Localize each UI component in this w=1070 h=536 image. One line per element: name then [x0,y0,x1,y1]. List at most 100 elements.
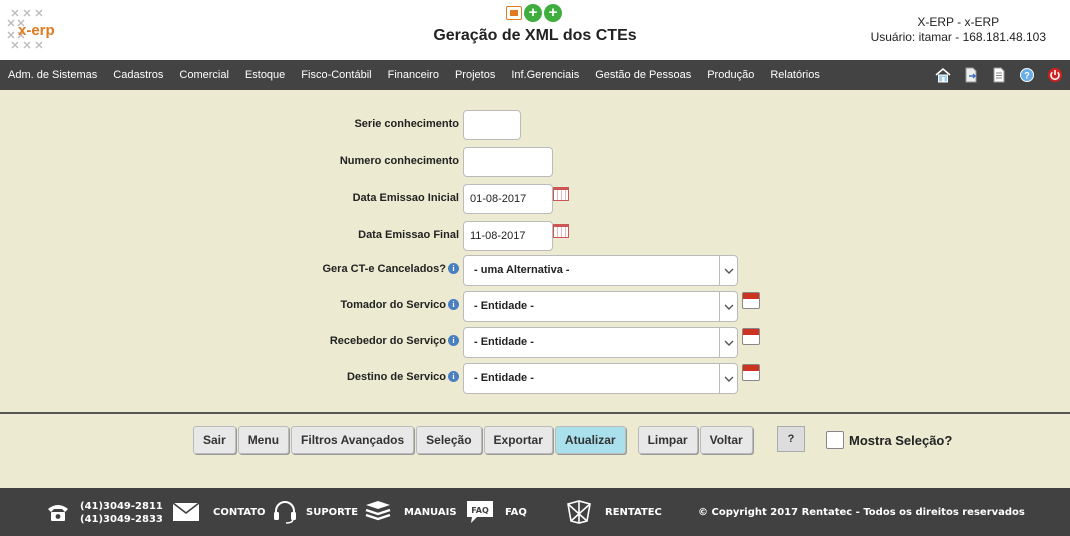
home-icon[interactable] [934,66,952,84]
recebedor-select[interactable]: - Entidade - [463,327,738,358]
main-menu-bar: Adm. de Sistemas Cadastros Comercial Est… [0,60,1070,90]
phone-1: (41)3049-2811 [80,501,163,512]
info-icon[interactable]: i [448,335,459,346]
entity-lookup-icon[interactable] [742,292,760,309]
chevron-down-icon [719,364,737,393]
tomador-label-wrap: Tomador do Servico i [340,299,459,311]
destino-label-wrap: Destino de Servico i [347,371,459,383]
app-header: x-erp + + Geração de XML dos CTEs X-ERP … [0,0,1070,60]
rentatec-link[interactable]: RENTATEC [605,488,662,536]
recebedor-label-wrap: Recebedor do Serviço i [330,335,459,347]
form-row-numero: Numero conhecimento [0,147,1070,179]
voltar-button[interactable]: Voltar [699,426,753,454]
power-icon[interactable] [1046,66,1064,84]
sair-button[interactable]: Sair [193,426,236,454]
faq-link[interactable]: FAQ [505,488,527,536]
chevron-down-icon [719,256,737,285]
tomador-select-value: - Entidade - [474,300,534,312]
menu-item-projetos[interactable]: Projetos [447,69,503,81]
destino-select-value: - Entidade - [474,372,534,384]
action-button-bar: Sair Menu Filtros Avançados Seleção Expo… [193,426,753,454]
entity-lookup-icon[interactable] [742,364,760,381]
calendar-icon[interactable] [553,187,569,201]
document-arrow-icon[interactable] [962,66,980,84]
suporte-link[interactable]: SUPORTE [306,488,358,536]
manuais-link[interactable]: MANUAIS [404,488,457,536]
destino-select[interactable]: - Entidade - [463,363,738,394]
menu-items: Adm. de Sistemas Cadastros Comercial Est… [0,60,828,90]
chevron-down-icon [719,328,737,357]
info-icon[interactable]: i [448,299,459,310]
form-row-data-inicial: Data Emissao Inicial 01-08-2017 [0,184,1070,216]
contato-link[interactable]: CONTATO [213,488,266,536]
add-icon[interactable]: + [524,4,542,22]
form-row-recebedor: Recebedor do Serviço i - Entidade - [0,327,1070,359]
rentatec-logo-icon [565,488,593,536]
copyright-text: © Copyright 2017 Rentatec - Todos os dir… [698,506,1025,518]
menu-item-fisco-contabil[interactable]: Fisco-Contábil [293,69,379,81]
menu-button[interactable]: Menu [237,426,290,454]
books-icon [364,488,392,536]
entity-lookup-icon[interactable] [742,328,760,345]
serie-input[interactable] [463,110,521,140]
add-icon-2[interactable]: + [544,4,562,22]
atualizar-button[interactable]: Atualizar [554,426,626,454]
numero-label: Numero conhecimento [339,155,459,167]
limpar-button[interactable]: Limpar [637,426,698,454]
data-final-label: Data Emissao Final [358,229,459,241]
faq-icon: FAQ [465,488,495,536]
system-info: X-ERP - x-ERP Usuário: itamar - 168.181.… [871,15,1046,45]
info-icon[interactable]: i [448,371,459,382]
form-row-tomador: Tomador do Servico i - Entidade - [0,291,1070,323]
cancelados-select[interactable]: - uma Alternativa - [463,255,738,286]
help-globe-icon[interactable]: ? [1018,66,1036,84]
menu-icons: ? [934,66,1064,84]
footer: (41)3049-2811 (41)3049-2833 CONTATO SUPO… [0,488,1070,536]
mostra-selecao-checkbox[interactable] [826,431,844,449]
recebedor-select-value: - Entidade - [474,336,534,348]
tomador-select[interactable]: - Entidade - [463,291,738,322]
menu-item-producao[interactable]: Produção [699,69,762,81]
form-divider [0,412,1070,414]
menu-item-financeiro[interactable]: Financeiro [380,69,447,81]
filtros-avancados-button[interactable]: Filtros Avançados [291,426,415,454]
menu-item-inf-gerenciais[interactable]: Inf.Gerenciais [503,69,587,81]
system-name: X-ERP - x-ERP [917,15,1000,29]
info-icon[interactable]: i [448,263,459,274]
help-button[interactable]: ? [777,426,805,452]
form-row-data-final: Data Emissao Final 11-08-2017 [0,221,1070,253]
selecao-button[interactable]: Seleção [416,426,482,454]
exportar-button[interactable]: Exportar [483,426,553,454]
menu-item-cadastros[interactable]: Cadastros [105,69,171,81]
menu-item-gestao-pessoas[interactable]: Gestão de Pessoas [587,69,699,81]
data-inicial-input[interactable]: 01-08-2017 [463,184,553,214]
destino-label: Destino de Servico [346,371,446,383]
form-row-cancelados: Gera CT-e Cancelados? i - uma Alternativa… [0,255,1070,287]
top-quick-icons: + + [506,4,562,22]
calendar-icon[interactable] [553,224,569,238]
phone-icon [46,488,70,536]
svg-text:?: ? [1024,71,1030,81]
menu-item-estoque[interactable]: Estoque [237,69,293,81]
data-final-input[interactable]: 11-08-2017 [463,221,553,251]
menu-item-adm-sistemas[interactable]: Adm. de Sistemas [0,69,105,81]
tomador-label: Tomador do Servico [340,299,446,311]
menu-item-relatorios[interactable]: Relatórios [762,69,828,81]
chevron-down-icon [719,292,737,321]
data-inicial-label: Data Emissao Inicial [352,192,459,204]
form-row-destino: Destino de Servico i - Entidade - [0,363,1070,395]
mail-icon [173,488,199,536]
cancelados-label: Gera CT-e Cancelados? [322,263,447,275]
user-info: Usuário: itamar - 168.181.48.103 [870,30,1046,44]
recebedor-label: Recebedor do Serviço [329,335,446,347]
form-row-serie: Serie conhecimento [0,110,1070,142]
phone-numbers: (41)3049-2811 (41)3049-2833 [80,500,163,526]
pdf-icon[interactable] [506,6,522,20]
menu-item-comercial[interactable]: Comercial [171,69,237,81]
document-icon[interactable] [990,66,1008,84]
phone-2: (41)3049-2833 [80,514,163,525]
headset-icon [272,488,298,536]
numero-input[interactable] [463,147,553,177]
serie-label: Serie conhecimento [354,118,459,130]
cancelados-select-value: - uma Alternativa - [474,264,570,276]
